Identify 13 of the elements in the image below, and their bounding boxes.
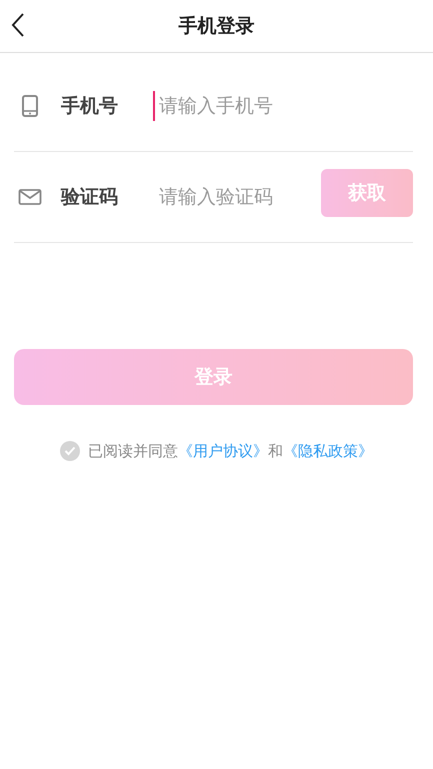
agree-checkbox[interactable] [60, 441, 80, 461]
get-code-button[interactable]: 获取 [321, 169, 413, 217]
login-button[interactable]: 登录 [14, 349, 413, 405]
field-label: 验证码 [61, 185, 119, 210]
check-icon [64, 446, 76, 456]
input-field[interactable]: 请输入验证码 [153, 182, 321, 212]
field-label: 手机号 [61, 94, 119, 119]
policy-link[interactable]: 《用户协议》 [178, 442, 268, 460]
agreement-text: 已阅读并同意《用户协议》和《隐私政策》 [88, 442, 373, 460]
input-field[interactable]: 请输入手机号 [153, 91, 413, 121]
back-icon [11, 12, 25, 38]
policy-link[interactable]: 《隐私政策》 [283, 442, 373, 460]
page-title: 手机登录 [178, 14, 254, 39]
